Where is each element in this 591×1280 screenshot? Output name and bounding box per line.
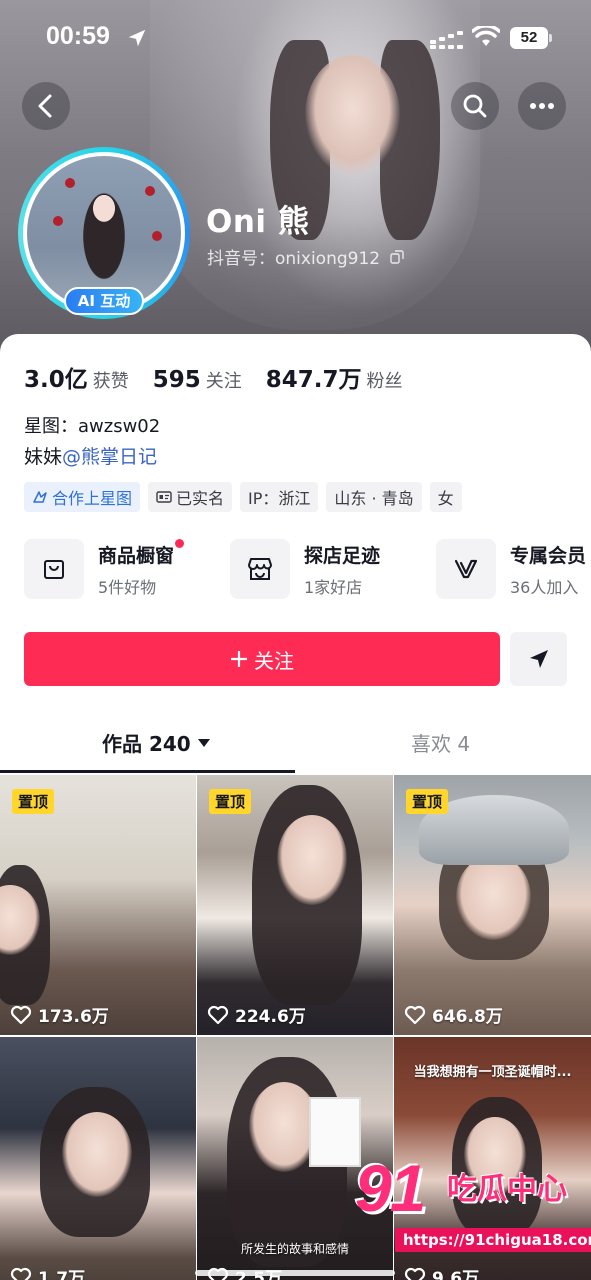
feature-membership[interactable]: 专属会员 36人加入 (436, 539, 591, 599)
video-likes: 646.8万 (404, 1002, 503, 1027)
heart-icon (10, 1005, 32, 1024)
status-time: 00:59 (46, 22, 110, 50)
heart-icon (404, 1005, 426, 1024)
video-likes: 224.6万 (207, 1002, 306, 1027)
feature-shop-window[interactable]: 商品橱窗 5件好物 (24, 538, 230, 599)
watermark-logo-text: 吃瓜中心 (447, 1172, 567, 1207)
tag-xingtu-cooperation[interactable]: 合作上星图 (24, 482, 141, 512)
status-bar: 00:59 52 (0, 0, 591, 80)
video-caption: 当我想拥有一顶圣诞帽时... (413, 1065, 572, 1080)
shopping-bag-icon (44, 560, 64, 579)
stat-following[interactable]: 595 关注 (153, 367, 242, 393)
home-indicator[interactable] (195, 1270, 395, 1276)
plus-icon (231, 651, 247, 667)
store-icon (248, 558, 272, 580)
site-watermark: 91 吃瓜中心 https://91chigua18.com (355, 1150, 591, 1260)
xingtu-icon (33, 491, 47, 503)
video-likes: 9.6万 (404, 1264, 479, 1280)
watermark-url: https://91chigua18.com (395, 1228, 591, 1252)
notification-dot (175, 538, 185, 548)
bio-text: 妹妹@熊掌日记 (24, 446, 158, 468)
tag-ip-location[interactable]: IP：浙江 (240, 482, 319, 512)
pinned-badge: 置顶 (209, 789, 252, 814)
video-thumbnail[interactable]: 置顶 173.6万 (0, 775, 196, 1035)
wifi-icon (472, 26, 500, 46)
polaroid-photo (309, 1097, 361, 1167)
search-icon (463, 94, 487, 118)
location-arrow-icon (128, 29, 146, 47)
douyin-id-text: 抖音号：onixiong912 (207, 249, 381, 269)
tag-verified[interactable]: 已实名 (148, 482, 233, 512)
cellular-signal-icon (430, 31, 463, 49)
tab-likes[interactable]: 喜欢 4 (411, 728, 470, 757)
heart-icon (10, 1267, 32, 1280)
profile-info-card: 3.0亿 获赞 595 关注 847.7万 粉丝 星图：awzsw02 妹妹@熊… (0, 334, 591, 1280)
stat-followers[interactable]: 847.7万 粉丝 (266, 360, 403, 394)
battery-icon: 52 (510, 27, 552, 49)
search-button[interactable] (451, 82, 499, 130)
share-profile-button[interactable] (510, 632, 567, 686)
profile-tags: 合作上星图 已实名 IP：浙江 山东 · 青岛 女 (24, 482, 462, 512)
follow-button[interactable]: 关注 (24, 632, 500, 686)
content-tabs: 作品 240 喜欢 4 (0, 722, 591, 774)
pinned-badge: 置顶 (406, 789, 449, 814)
feature-entries: 商品橱窗 5件好物 探店足迹 1家好店 专属会员 36人加入 (24, 538, 591, 599)
copy-icon[interactable] (390, 249, 404, 264)
chevron-left-icon (38, 94, 52, 118)
video-likes: 1.7万 (10, 1264, 85, 1280)
stat-likes-received[interactable]: 3.0亿 获赞 (24, 360, 129, 394)
more-options-button[interactable] (518, 82, 566, 130)
profile-stats: 3.0亿 获赞 595 关注 847.7万 粉丝 (24, 360, 427, 394)
pinned-badge: 置顶 (12, 789, 55, 814)
watermark-logo-number: 91 (355, 1151, 426, 1225)
feature-store-visits[interactable]: 探店足迹 1家好店 (230, 539, 436, 599)
xingtu-text: 星图：awzsw02 (24, 416, 161, 437)
video-thumbnail[interactable]: 置顶 646.8万 (394, 775, 591, 1035)
video-thumbnail[interactable]: 1.7万 (0, 1037, 196, 1280)
back-button[interactable] (22, 82, 70, 130)
douyin-id[interactable]: 抖音号：onixiong912 (207, 244, 404, 269)
video-likes: 173.6万 (10, 1002, 109, 1027)
send-arrow-icon (529, 650, 548, 668)
tag-city[interactable]: 山东 · 青岛 (326, 482, 422, 512)
video-thumbnail[interactable]: 置顶 224.6万 (197, 775, 393, 1035)
active-tab-indicator (0, 770, 295, 773)
heart-icon (404, 1267, 426, 1280)
ai-interaction-badge[interactable]: AI 互动 (64, 287, 144, 315)
id-card-icon (156, 491, 172, 503)
profile-nickname: Oni 熊 (206, 204, 310, 240)
tag-gender[interactable]: 女 (429, 482, 462, 512)
more-dots-icon (530, 103, 554, 109)
vip-icon (454, 559, 478, 579)
bio-mention-link[interactable]: @熊掌日记 (62, 446, 157, 468)
heart-icon (207, 1005, 229, 1024)
tab-works[interactable]: 作品 240 (102, 728, 211, 757)
caret-down-icon (197, 738, 210, 747)
